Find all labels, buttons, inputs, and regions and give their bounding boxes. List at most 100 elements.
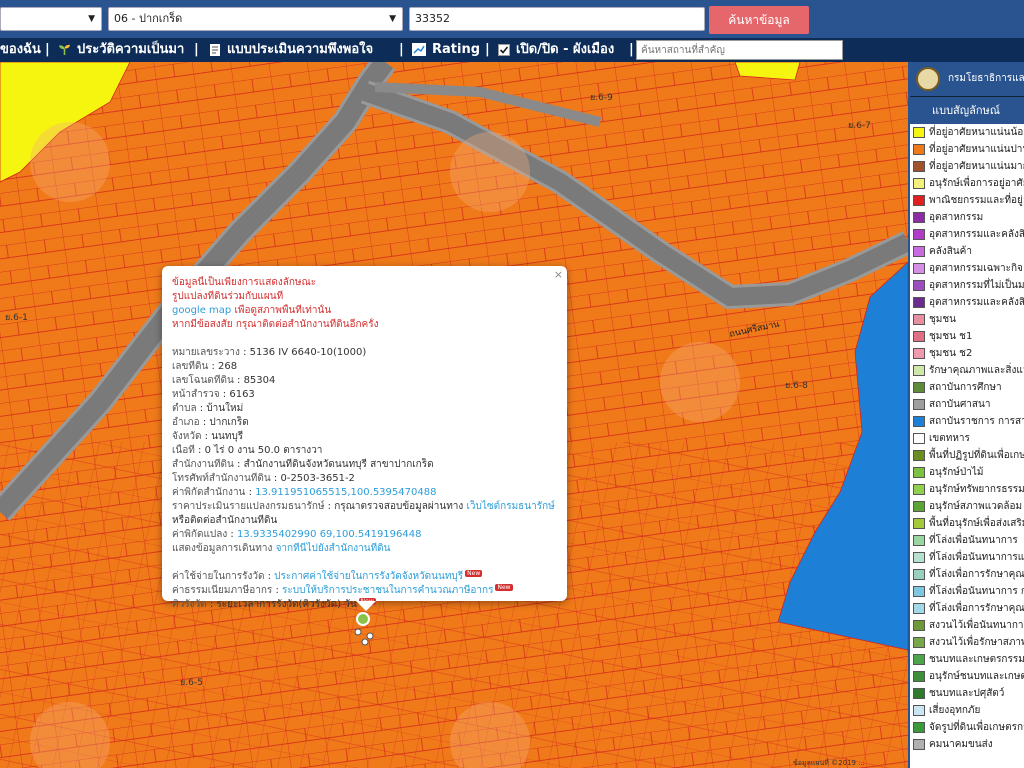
fee-link[interactable]: ประกาศค่าใช้จ่ายในการรังวัดจังหวัดนนทบุร… (274, 571, 463, 582)
legend-item: ชุมชน ช2 (910, 345, 1024, 362)
legend-panel: กรมโยธาธิการและผังเมือง แบบสัญลักษณ์ ที่… (908, 62, 1024, 768)
parcel-info-rows: หมายเลขระวาง : 5136 IV 6640-10(1000) เลขท… (172, 346, 557, 486)
parcel-info-label: อำเภอ (172, 417, 200, 428)
legend-label: ที่โล่งเพื่อนันทนาการและ (929, 552, 1024, 563)
legend-label: ชนบทและเกษตรกรรม (929, 654, 1024, 665)
legend-label: ที่โล่งเพื่อการรักษาคุณภาพ (929, 603, 1024, 614)
legend-swatch (913, 637, 925, 648)
legend-item: ที่โล่งเพื่อนันทนาการและ (910, 549, 1024, 566)
parcel-number-input[interactable]: 33352 (409, 7, 705, 31)
nav-item-history[interactable]: ประวัติความเป็นมา (58, 38, 184, 62)
legend-swatch (913, 161, 925, 172)
close-icon[interactable]: × (554, 268, 563, 281)
legend-swatch (913, 263, 925, 274)
popup-doubt-note: หากมีข้อสงสัย กรุณาติดต่อสำนักงานที่ดินอ… (172, 319, 379, 330)
legend-label: ชุมชน (929, 314, 957, 325)
legend-label: ชนบทและปศุสัตว์ (929, 688, 1005, 699)
legend-label: เสี่ยงอุทกภัย (929, 705, 981, 716)
map-canvas[interactable]: ย.6-9 ย.6-1 ย.6-8 ย.6-5 ย.6-7 ถนนศรีสมาน… (0, 62, 908, 768)
legend-swatch (913, 212, 925, 223)
nav-item-history-label: ประวัติความเป็นมา (77, 42, 185, 57)
route-link[interactable]: จากที่นี่ไปยังสำนักงานที่ดิน (276, 543, 391, 554)
nav-item-mine[interactable]: ของฉัน (0, 38, 41, 62)
google-map-link[interactable]: google map (172, 305, 231, 316)
legend-item: อนุรักษ์ป่าไม้ (910, 464, 1024, 481)
legend-item: อนุรักษ์สภาพแวดล้อม (910, 498, 1024, 515)
chevron-down-icon: ▼ (389, 14, 396, 24)
legend-item: ที่โล่งเพื่อการรักษาคุณภาพ (910, 566, 1024, 583)
nav-item-rating[interactable]: Rating (412, 38, 480, 62)
parcel-info-value: 85304 (243, 375, 276, 386)
legend-swatch (913, 331, 925, 342)
chevron-down-icon: ▼ (88, 14, 95, 24)
price-line2: หรือติดต่อสำนักงานที่ดิน (172, 515, 278, 526)
parcel-info-label: หน้าสำรวจ (172, 389, 220, 400)
nav-item-survey[interactable]: แบบประเมินความพึงพอใจ (209, 38, 373, 62)
parcel-number-value: 33352 (415, 12, 450, 25)
legend-item: อุตสาหกรรมที่ไม่เป็นมลพิษ (910, 277, 1024, 294)
legend-label: ที่โล่งเพื่อการรักษาคุณภาพ (929, 569, 1024, 580)
legend-item: ชนบทและปศุสัตว์ (910, 685, 1024, 702)
legend-item: สถาบันราชการ การสาธารณูปโภค (910, 413, 1024, 430)
province-select[interactable]: ▼ (0, 7, 102, 31)
zone-label: ย.6-5 (180, 678, 203, 688)
checkbox-checked-icon[interactable] (498, 43, 510, 56)
nav-separator: | (629, 42, 634, 57)
legend-label: จัดรูปที่ดินเพื่อเกษตรกรรม (929, 722, 1024, 733)
legend-item: เขตทหาร (910, 430, 1024, 447)
parcel-info-value: ปากเกร็ด (209, 417, 249, 428)
parcel-coord-link[interactable]: 13.9335402990 69,100.5419196448 (237, 529, 422, 540)
legend-swatch (913, 569, 925, 580)
legend-swatch (913, 705, 925, 716)
tax-label: ค่าธรรมเนียมภาษีอากร (172, 585, 273, 596)
treasury-link[interactable]: เว็บไซต์กรมธนารักษ์ (466, 501, 554, 512)
selected-parcel-marker[interactable] (356, 612, 370, 626)
legend-item: สถาบันศาสนา (910, 396, 1024, 413)
legend-swatch (913, 484, 925, 495)
tax-link[interactable]: ระบบให้บริการประชาชนในการคำนวณภาษีอากร (282, 585, 493, 596)
watermark-seal (660, 342, 740, 422)
parcel-info-label: เลขโฉนดที่ดิน (172, 375, 234, 386)
place-search-input[interactable] (636, 40, 843, 60)
legend-item: คลังสินค้า (910, 243, 1024, 260)
parcel-info-value: 0 ไร่ 0 งาน 50.0 ตารางวา (204, 445, 323, 456)
sprout-icon (59, 44, 70, 55)
office-coord-link[interactable]: 13.911951065515,100.5395470488 (255, 487, 436, 498)
nav-separator: | (194, 42, 199, 57)
legend-item: อุตสาหกรรมเฉพาะกิจ (910, 260, 1024, 277)
parcel-info-row: ตำบล : บ้านใหม่ (172, 403, 244, 414)
route-label: แสดงข้อมูลการเดินทาง (172, 543, 273, 554)
popup-disclaimer: รูปแปลงที่ดินร่วมกับแผนที่ (172, 291, 284, 302)
parcel-info-row: หน้าสำรวจ : 6163 (172, 389, 255, 400)
popup-tail (356, 601, 376, 611)
legend-label: สงวนไว้เพื่อนันทนาการ (929, 620, 1024, 631)
parcel-info-row: จังหวัด : นนทบุรี (172, 431, 244, 442)
search-button[interactable]: ค้นหาข้อมูล (709, 6, 809, 34)
legend-item: พื้นที่ปฏิรูปที่ดินเพื่อเกษตรกรรม (910, 447, 1024, 464)
legend-item: ที่โล่งเพื่อการรักษาคุณภาพ (910, 600, 1024, 617)
legend-swatch (913, 348, 925, 359)
legend-item: สถาบันการศึกษา (910, 379, 1024, 396)
parcel-info-value: 6163 (229, 389, 255, 400)
legend-item: พาณิชยกรรมและที่อยู่อาศัย (910, 192, 1024, 209)
watermark-seal (30, 122, 110, 202)
parcel-info-value: 5136 IV 6640-10(1000) (249, 347, 367, 358)
legend-item: ชุมชน ช1 (910, 328, 1024, 345)
nav-item-zoning-toggle[interactable]: เปิด/ปิด - ผังเมือง (498, 38, 614, 62)
district-select-value: 06 - ปากเกร็ด (114, 12, 183, 25)
district-select[interactable]: 06 - ปากเกร็ด ▼ (108, 7, 403, 31)
legend-label: อุตสาหกรรมและคลังสินค้า (929, 297, 1024, 308)
parcel-info-label: ตำบล (172, 403, 197, 414)
legend-swatch (913, 433, 925, 444)
legend-label: ชุมชน ช2 (929, 348, 973, 359)
office-coord-label: ค่าพิกัดสำนักงาน (172, 487, 246, 498)
parcel-info-label: โทรศัพท์สำนักงานที่ดิน (172, 473, 271, 484)
legend-swatch (913, 586, 925, 597)
legend-item: ที่โล่งเพื่อนันทนาการ ก (910, 583, 1024, 600)
legend-item: ที่อยู่อาศัยหนาแน่นมาก (910, 158, 1024, 175)
legend-swatch (913, 467, 925, 478)
legend-list: ที่อยู่อาศัยหนาแน่นน้อย ที่อยู่อาศัยหนาแน… (910, 124, 1024, 753)
legend-swatch (913, 399, 925, 410)
legend-swatch (913, 739, 925, 750)
parcel-vertex (366, 632, 374, 640)
